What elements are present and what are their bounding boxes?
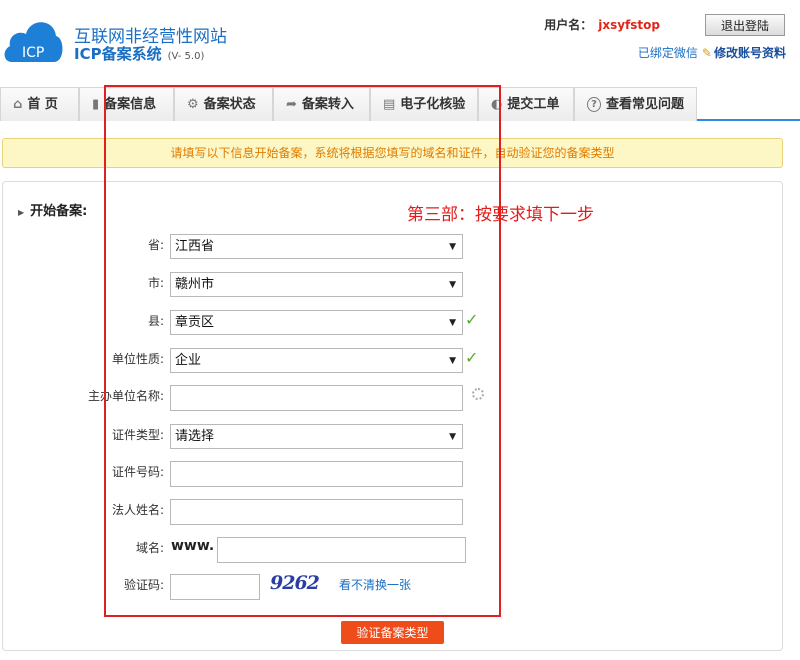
wechat-bound-link[interactable]: 已绑定微信 <box>638 46 698 60</box>
tab-submit-ticket-label: 提交工单 <box>507 97 560 112</box>
section-title: ▶ 开始备案: <box>18 200 87 219</box>
logo-text: ICP <box>22 45 44 61</box>
system-title: ICP备案系统 (V- 5.0) <box>74 43 204 64</box>
tab-home[interactable]: ⌂ 首 页 <box>0 87 79 121</box>
username-label: 用户名： <box>544 18 593 32</box>
edit-account-link[interactable]: 修改账号资料 <box>714 46 786 60</box>
icp-cloud-logo: ICP <box>4 22 63 62</box>
tab-home-label: 首 页 <box>27 97 58 112</box>
pencil-icon: ✎ <box>701 46 712 60</box>
icp-filing-page: ICP 互联网非经营性网站 ICP备案系统 (V- 5.0) 用户名： jxsyfs… <box>0 0 800 660</box>
system-name: ICP备案系统 <box>74 45 162 63</box>
section-title-text: 开始备案: <box>30 204 88 219</box>
document-icon: ▮ <box>92 97 100 112</box>
tab-faq[interactable]: ? 查看常见问题 <box>574 87 697 121</box>
tab-faq-label: 查看常见问题 <box>605 97 684 112</box>
home-icon: ⌂ <box>13 97 23 112</box>
account-links: 已绑定微信 ✎ 修改账号资料 <box>638 44 786 61</box>
username-value: jxsyfstop <box>598 18 660 32</box>
question-icon: ? <box>587 97 601 112</box>
verify-filing-type-button[interactable]: 验证备案类型 <box>341 621 444 644</box>
version-label: (V- 5.0) <box>167 51 205 62</box>
logout-button[interactable]: 退出登陆 <box>705 14 785 36</box>
user-info: 用户名： jxsyfstop <box>544 16 660 33</box>
triangle-right-icon: ▶ <box>18 208 25 217</box>
annotation-highlight-box <box>104 85 501 617</box>
